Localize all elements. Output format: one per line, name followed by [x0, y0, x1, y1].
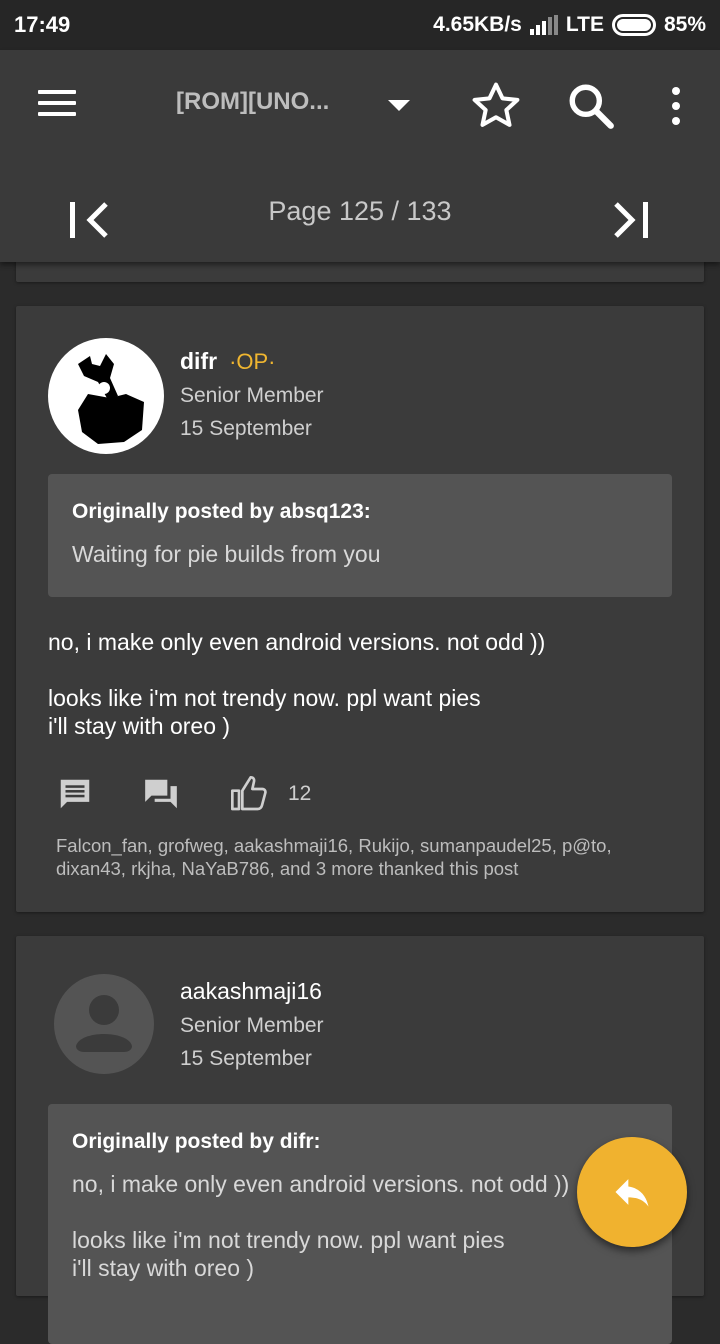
- post-date: 15 September: [180, 417, 312, 440]
- toolbar: [ROM][UNO...: [0, 50, 720, 160]
- quote-author: Originally posted by difr:: [72, 1130, 321, 1153]
- thanks-button[interactable]: 12: [228, 774, 311, 814]
- thanks-list[interactable]: Falcon_fan, grofweg, aakashmaji16, Rukij…: [56, 834, 676, 880]
- signal-icon: [529, 15, 558, 35]
- thumb-up-icon: [231, 776, 267, 811]
- thanks-count: 12: [288, 782, 312, 805]
- user-role: Senior Member: [180, 1014, 324, 1037]
- thread-title[interactable]: [ROM][UNO...: [176, 88, 336, 116]
- quote-block: Originally posted by difr: no, i make on…: [48, 1104, 672, 1344]
- quote-reply-button[interactable]: [142, 775, 180, 813]
- post-line: no, i make only even android versions. n…: [48, 629, 546, 655]
- forum-icon: [145, 779, 177, 809]
- post-line: looks like i'm not trendy now. ppl want …: [48, 685, 481, 711]
- comment-icon: [60, 779, 90, 809]
- post-line: i'll stay with oreo ): [48, 713, 231, 739]
- network-speed: 4.65KB/s: [433, 13, 522, 36]
- wrench-fist-icon: [78, 354, 144, 444]
- post-date: 15 September: [180, 1047, 312, 1070]
- op-badge: ·OP·: [229, 349, 276, 374]
- quote-author: Originally posted by absq123:: [72, 500, 371, 523]
- search-icon[interactable]: [566, 81, 616, 131]
- reply-button[interactable]: [577, 1137, 687, 1247]
- status-bar: 17:49 4.65KB/s LTE 85%: [0, 0, 720, 50]
- post-card: aakashmaji16 Senior Member 15 September …: [16, 936, 704, 1344]
- quote-line: looks like i'm not trendy now. ppl want …: [72, 1227, 505, 1253]
- post-body: no, i make only even android versions. n…: [48, 628, 678, 740]
- battery-icon: [611, 14, 656, 36]
- reply-icon: [615, 1179, 649, 1207]
- comment-button[interactable]: [56, 775, 94, 813]
- status-time: 17:49: [14, 12, 71, 37]
- user-role: Senior Member: [180, 384, 324, 407]
- more-vert-icon[interactable]: [668, 86, 684, 126]
- menu-icon[interactable]: [38, 90, 76, 120]
- username[interactable]: aakashmaji16: [180, 978, 322, 1005]
- quote-block: Originally posted by absq123: Waiting fo…: [48, 474, 672, 597]
- app-bar: [ROM][UNO... Page 125 / 133: [0, 50, 720, 262]
- last-page-icon[interactable]: [610, 200, 654, 240]
- quote-line: no, i make only even android versions. n…: [72, 1171, 570, 1197]
- quote-line: i'll stay with oreo ): [72, 1255, 255, 1281]
- post-actions: 12: [56, 774, 311, 814]
- page-navigator: Page 125 / 133: [0, 160, 720, 262]
- quote-text: Waiting for pie builds from you: [72, 541, 381, 567]
- battery-level: 85%: [663, 13, 706, 36]
- chevron-down-icon[interactable]: [388, 100, 410, 111]
- post-card: difr ·OP· Senior Member 15 September Orig…: [16, 306, 704, 912]
- avatar[interactable]: [48, 338, 164, 454]
- quote-text: no, i make only even android versions. n…: [72, 1170, 648, 1282]
- network-type: LTE: [565, 13, 604, 36]
- default-user-icon: [56, 976, 152, 1072]
- star-icon[interactable]: [468, 79, 524, 133]
- avatar[interactable]: [54, 974, 154, 1074]
- username[interactable]: difr ·OP·: [180, 348, 276, 375]
